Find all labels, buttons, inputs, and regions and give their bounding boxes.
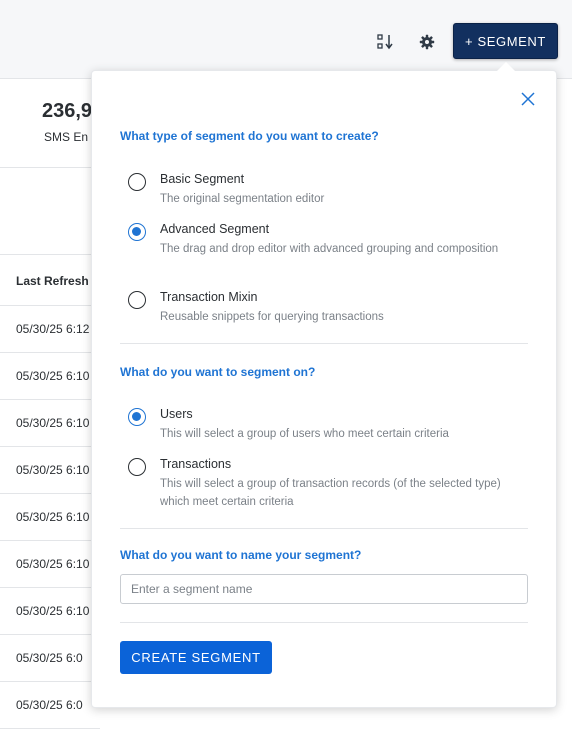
table-cell: 05/30/25 6:10 bbox=[16, 604, 90, 618]
gear-icon[interactable] bbox=[419, 34, 437, 50]
option-title: Basic Segment bbox=[160, 172, 245, 186]
stat-label: SMS En bbox=[44, 130, 89, 144]
table-cell: 05/30/25 6:0 bbox=[16, 698, 83, 712]
option-title: Transactions bbox=[160, 457, 232, 471]
table-row[interactable]: 05/30/25 6:10 bbox=[0, 447, 100, 494]
radio-transaction-mixin[interactable] bbox=[128, 291, 146, 309]
table-row[interactable]: 05/30/25 6:10 bbox=[0, 494, 100, 541]
radio-users[interactable] bbox=[128, 408, 146, 426]
option-title: Advanced Segment bbox=[160, 222, 270, 236]
option-title: Transaction Mixin bbox=[160, 290, 258, 304]
column-header-last-refresh[interactable]: Last Refresh bbox=[16, 274, 89, 288]
option-title: Users bbox=[160, 407, 193, 421]
divider bbox=[120, 622, 528, 623]
create-segment-button[interactable]: CREATE SEGMENT bbox=[120, 641, 272, 674]
table-cell: 05/30/25 6:10 bbox=[16, 369, 90, 383]
table-row[interactable]: 05/30/25 6:0 bbox=[0, 682, 100, 729]
segment-type-question: What type of segment do you want to crea… bbox=[120, 129, 379, 143]
table-row[interactable]: 05/30/25 6:10 bbox=[0, 541, 100, 588]
divider bbox=[120, 528, 528, 529]
divider bbox=[120, 343, 528, 344]
radio-transactions[interactable] bbox=[128, 458, 146, 476]
option-description: The drag and drop editor with advanced g… bbox=[160, 243, 499, 255]
option-description: Reusable snippets for querying transacti… bbox=[160, 311, 384, 323]
option-description: This will select a group of users who me… bbox=[160, 428, 449, 440]
table-row[interactable]: 05/30/25 6:10 bbox=[0, 400, 100, 447]
table-header: Last Refresh bbox=[0, 254, 100, 306]
radio-advanced-segment[interactable] bbox=[128, 223, 146, 241]
table-cell: 05/30/25 6:10 bbox=[16, 416, 90, 430]
radio-basic-segment[interactable] bbox=[128, 173, 146, 191]
add-segment-button[interactable]: + SEGMENT bbox=[453, 23, 558, 59]
table-cell: 05/30/25 6:12 bbox=[16, 322, 90, 336]
stat-card bbox=[0, 79, 100, 168]
table-row[interactable]: 05/30/25 6:10 bbox=[0, 588, 100, 635]
popover-caret bbox=[497, 62, 515, 71]
segment-name-input[interactable] bbox=[120, 574, 528, 604]
option-description: This will select a group of transaction … bbox=[160, 478, 501, 508]
table-cell: 05/30/25 6:10 bbox=[16, 510, 90, 524]
close-icon[interactable] bbox=[520, 91, 536, 107]
table-row[interactable]: 05/30/25 6:0 bbox=[0, 635, 100, 682]
segment-on-question: What do you want to segment on? bbox=[120, 365, 316, 379]
table-row[interactable]: 05/30/25 6:12 bbox=[0, 306, 100, 353]
segment-name-question: What do you want to name your segment? bbox=[120, 548, 362, 562]
table-cell: 05/30/25 6:0 bbox=[16, 651, 83, 665]
stat-value: 236,9 bbox=[42, 100, 93, 122]
table-row[interactable]: 05/30/25 6:10 bbox=[0, 353, 100, 400]
table-cell: 05/30/25 6:10 bbox=[16, 463, 90, 477]
table-cell: 05/30/25 6:10 bbox=[16, 557, 90, 571]
sort-icon[interactable] bbox=[377, 34, 395, 50]
option-description: The original segmentation editor bbox=[160, 193, 325, 205]
create-segment-popover bbox=[91, 70, 557, 708]
